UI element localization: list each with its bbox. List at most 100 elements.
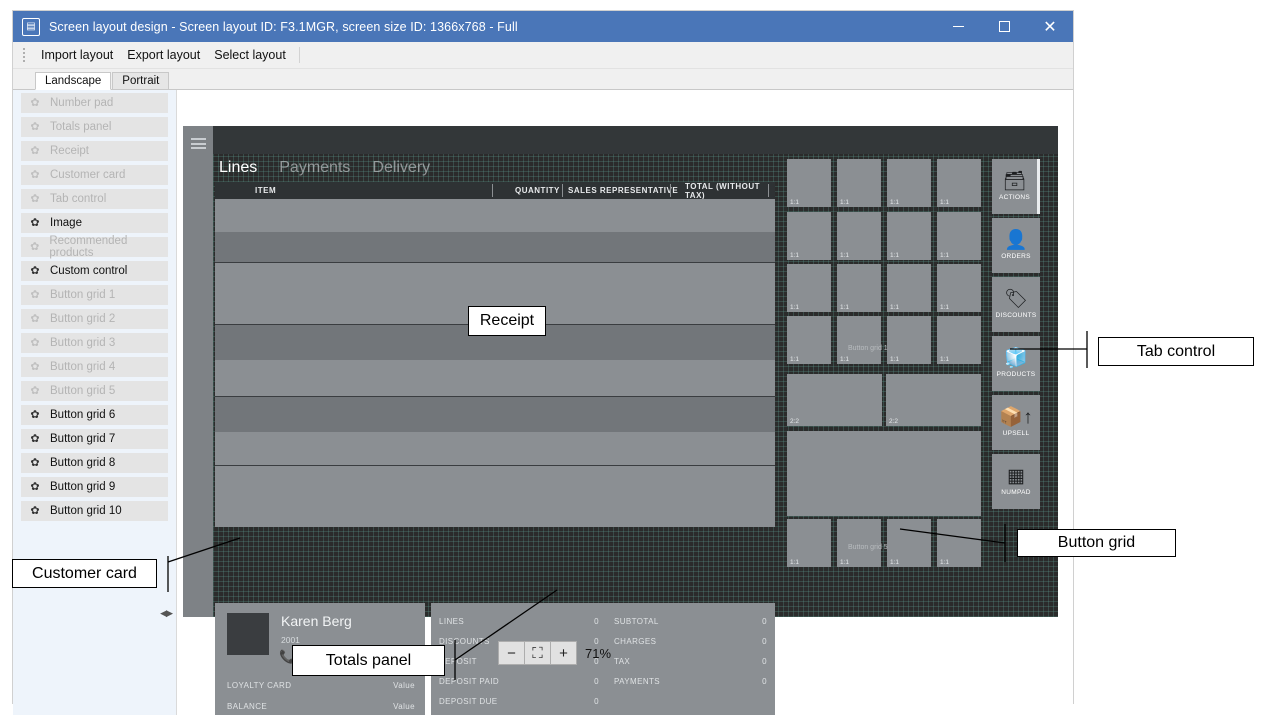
grid-cell[interactable]: 1:1 — [787, 519, 831, 567]
row-value: 0 — [594, 617, 599, 626]
tab-control-item-numpad[interactable]: ▦ NUMPAD — [992, 454, 1040, 509]
sidebar-item-button-grid-9[interactable]: ✿ Button grid 9 — [21, 477, 168, 497]
receipt-tab-payments[interactable]: Payments — [279, 159, 350, 177]
grid-cell[interactable]: 1:1 — [937, 264, 981, 312]
sidebar-item-totals-panel[interactable]: ✿ Totals panel — [21, 117, 168, 137]
grid-cell[interactable]: 1:1 — [887, 212, 931, 260]
customer-number: 2001 — [281, 635, 300, 645]
image-control-block[interactable] — [787, 431, 981, 516]
grid-cell[interactable]: 2:2 — [886, 374, 981, 426]
totals-row-subtotal: SUBTOTAL 0 — [614, 611, 767, 631]
header-divider — [562, 184, 563, 197]
grid-cell[interactable]: 1:1 — [887, 519, 931, 567]
receipt-row[interactable] — [215, 232, 775, 262]
tab-control-item-products[interactable]: 🧊 PRODUCTS — [992, 336, 1040, 391]
totals-row-lines: LINES 0 — [439, 611, 599, 631]
zoom-fit-button[interactable]: ⛶ — [524, 641, 551, 665]
cell-tag: 1:1 — [890, 252, 899, 259]
sidebar-item-button-grid-5[interactable]: ✿ Button grid 5 — [21, 381, 168, 401]
sidebar-collapse-handle[interactable]: ◀▶ — [160, 608, 172, 619]
grid-cell[interactable]: 1:1 — [837, 519, 881, 567]
zoom-in-button[interactable]: + — [550, 641, 577, 665]
receipt-column-headers: ITEM QUANTITY SALES REPRESENTATIVE TOTAL… — [215, 182, 775, 199]
receipt-tab-lines[interactable]: Lines — [219, 159, 257, 177]
sidebar-item-image[interactable]: ✿ Image — [21, 213, 168, 233]
column-header-total-without-tax: TOTAL (WITHOUT TAX) — [685, 182, 775, 200]
sidebar-item-label: Button grid 6 — [50, 409, 115, 421]
hamburger-icon[interactable] — [191, 138, 206, 149]
receipt-row[interactable] — [215, 396, 775, 432]
menu-item-select-layout[interactable]: Select layout — [207, 45, 293, 65]
tab-control-rail[interactable]: 🗃 ACTIONS 👤 ORDERS 🏷 DISCOUNTS 🧊 PRODUCT… — [992, 159, 1040, 513]
sidebar-item-customer-card[interactable]: ✿ Customer card — [21, 165, 168, 185]
grid-cell[interactable] — [787, 431, 981, 516]
totals-row-payments: PAYMENTS 0 — [614, 671, 767, 691]
grid-cell[interactable]: 2:2 — [787, 374, 882, 426]
sidebar-item-button-grid-3[interactable]: ✿ Button grid 3 — [21, 333, 168, 353]
grid-cell[interactable]: 1:1 — [887, 316, 931, 364]
zoom-out-button[interactable]: − — [498, 641, 525, 665]
sidebar-item-custom-control[interactable]: ✿ Custom control — [21, 261, 168, 281]
sidebar-item-tab-control[interactable]: ✿ Tab control — [21, 189, 168, 209]
sidebar-item-button-grid-7[interactable]: ✿ Button grid 7 — [21, 429, 168, 449]
cell-tag: 2:2 — [790, 418, 799, 425]
grid-cell[interactable]: 1:1 — [787, 212, 831, 260]
sidebar-item-button-grid-10[interactable]: ✿ Button grid 10 — [21, 501, 168, 521]
tag-percent-icon: 🏷 — [1004, 290, 1028, 309]
gear-icon: ✿ — [29, 98, 41, 109]
grid-cell[interactable]: 1:1 — [937, 212, 981, 260]
minimize-button[interactable] — [935, 11, 981, 42]
tab-control-item-upsell[interactable]: 📦↑ UPSELL — [992, 395, 1040, 450]
row-label: PAYMENTS — [614, 677, 660, 686]
receipt-row[interactable] — [215, 199, 775, 232]
layout-preview[interactable]: Lines Payments Delivery ITEM QUANTITY SA… — [183, 126, 1058, 617]
receipt-panel[interactable]: Lines Payments Delivery ITEM QUANTITY SA… — [215, 154, 775, 599]
sidebar-item-button-grid-4[interactable]: ✿ Button grid 4 — [21, 357, 168, 377]
grid-cell[interactable]: 1:1 — [937, 159, 981, 207]
tab-control-label: UPSELL — [1003, 430, 1030, 437]
grid-cell[interactable]: 1:1 — [937, 519, 981, 567]
button-grid-1[interactable]: 1:1 1:1 1:1 1:1 1:1 1:1 1:1 1:1 1:1 1:1 … — [787, 159, 981, 371]
sidebar-item-button-grid-1[interactable]: ✿ Button grid 1 — [21, 285, 168, 305]
receipt-row[interactable] — [215, 432, 775, 465]
window-title: Screen layout design - Screen layout ID:… — [49, 20, 518, 34]
sidebar-item-receipt[interactable]: ✿ Receipt — [21, 141, 168, 161]
receipt-row[interactable] — [215, 465, 775, 503]
receipt-row[interactable] — [215, 503, 775, 527]
sidebar-item-recommended-products[interactable]: ✿ Recommended products — [21, 237, 168, 257]
grid-cell[interactable]: 1:1 — [937, 316, 981, 364]
sidebar-item-button-grid-6[interactable]: ✿ Button grid 6 — [21, 405, 168, 425]
close-button[interactable]: ✕ — [1027, 11, 1073, 42]
tab-control-item-discounts[interactable]: 🏷 DISCOUNTS — [992, 277, 1040, 332]
grid-cell[interactable]: 1:1 — [837, 212, 881, 260]
grid-cell[interactable]: 1:1 — [887, 159, 931, 207]
receipt-row[interactable] — [215, 360, 775, 396]
tab-control-item-orders[interactable]: 👤 ORDERS — [992, 218, 1040, 273]
sidebar-item-label: Button grid 5 — [50, 385, 115, 397]
receipt-tab-delivery[interactable]: Delivery — [372, 159, 430, 177]
boxes-arrow-up-icon: 📦↑ — [999, 408, 1032, 427]
sidebar-item-button-grid-2[interactable]: ✿ Button grid 2 — [21, 309, 168, 329]
tab-portrait[interactable]: Portrait — [112, 72, 169, 89]
grid-cell[interactable]: 1:1 — [837, 316, 881, 364]
sidebar-item-button-grid-8[interactable]: ✿ Button grid 8 — [21, 453, 168, 473]
button-grid-4[interactable]: 2:2 2:2 — [787, 374, 981, 426]
tab-control-item-actions[interactable]: 🗃 ACTIONS — [992, 159, 1040, 214]
grid-cell[interactable]: 1:1 — [887, 264, 931, 312]
grid-cell[interactable]: 1:1 — [787, 159, 831, 207]
receipt-tabs: Lines Payments Delivery — [215, 154, 775, 182]
sidebar-item-number-pad[interactable]: ✿ Number pad — [21, 93, 168, 113]
design-canvas[interactable]: Lines Payments Delivery ITEM QUANTITY SA… — [177, 90, 1073, 715]
maximize-button[interactable] — [981, 11, 1027, 42]
grid-cell[interactable]: 1:1 — [837, 264, 881, 312]
button-grid-5[interactable]: 1:1 1:1 1:1 1:1 Button grid 5 — [787, 519, 981, 567]
grid-cell[interactable]: 1:1 — [787, 264, 831, 312]
tab-landscape[interactable]: Landscape — [35, 72, 111, 90]
receipt-row[interactable] — [215, 262, 775, 294]
grid-cell[interactable]: 1:1 — [787, 316, 831, 364]
grid-cell[interactable]: 1:1 — [837, 159, 881, 207]
menu-item-export-layout[interactable]: Export layout — [120, 45, 207, 65]
menu-item-import-layout[interactable]: Import layout — [34, 45, 120, 65]
totals-row-tax: TAX 0 — [614, 651, 767, 671]
gear-icon: ✿ — [29, 218, 41, 229]
